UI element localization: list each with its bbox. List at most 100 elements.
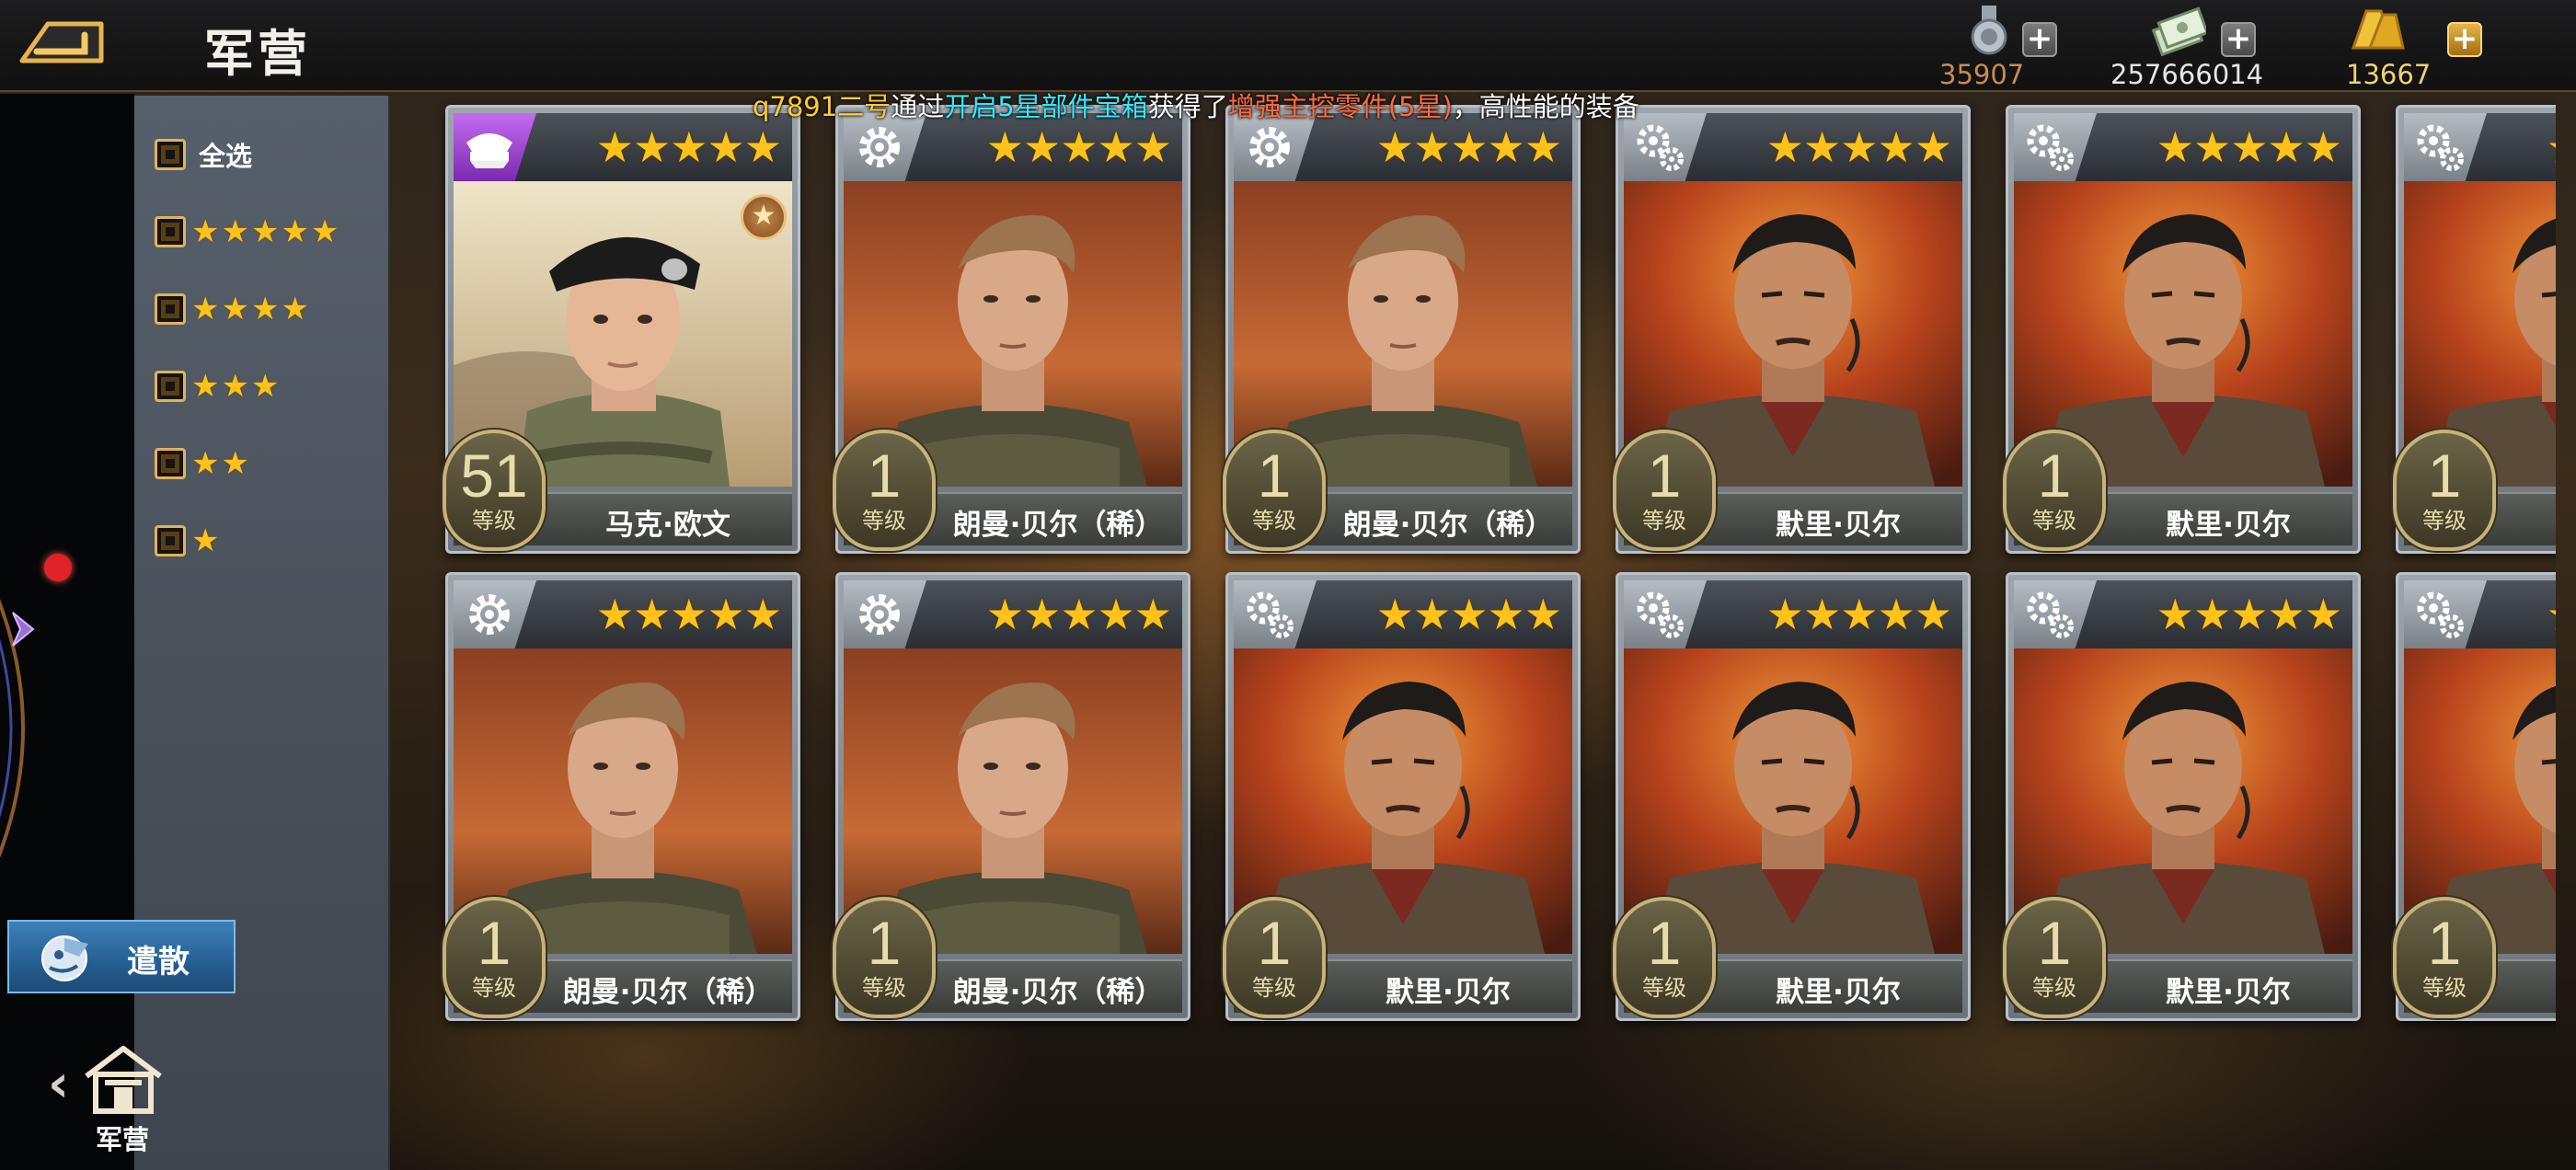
level-value: 1 xyxy=(2037,909,2072,977)
level-badge: 1 等级 xyxy=(443,897,546,1018)
card-name-bar: 默里·贝尔 1 等级 xyxy=(2003,430,2352,551)
star-rating-icon: ★ xyxy=(191,522,222,559)
broadcast-source: 开启5星部件宝箱 xyxy=(944,91,1148,122)
level-label: 等级 xyxy=(1642,975,1686,1001)
filter-3-star[interactable]: ★★★ xyxy=(155,366,281,407)
level-label: 等级 xyxy=(1252,975,1296,1001)
star-rating-icon: ★★★ xyxy=(191,368,282,405)
side-drawer-edge xyxy=(0,94,134,1170)
filter-5-star-checkbox[interactable] xyxy=(155,216,186,247)
level-badge: 1 等级 xyxy=(2003,897,2106,1018)
gold-bar-icon xyxy=(2351,9,2405,50)
level-value: 1 xyxy=(1257,909,1292,977)
level-label: 等级 xyxy=(2422,975,2467,1001)
dismiss-soldier-icon xyxy=(41,935,88,981)
level-badge: 1 等级 xyxy=(2393,897,2496,1018)
soldier-card[interactable]: ★★★★★ 1等级 xyxy=(2393,572,2556,1021)
soldier-card[interactable]: ★★★★★ 默里·贝尔 1 等级 xyxy=(1613,105,1971,554)
filter-select-all[interactable]: 全选 xyxy=(155,134,252,175)
soldier-name: 马克·欧文 xyxy=(605,509,730,542)
soldier-name: 朗曼·贝尔（稀） xyxy=(952,976,1164,1009)
level-badge: 51 等级 xyxy=(443,430,546,551)
soldier-card[interactable]: ★★★★★ 朗曼·贝尔（稀） 1 等级 xyxy=(833,105,1190,554)
barracks-icon xyxy=(85,1046,162,1114)
dismiss-button[interactable]: 遣散 xyxy=(7,920,236,993)
card-name-bar: 默里·贝尔 1 等级 xyxy=(1613,897,1962,1018)
medal-add-button[interactable]: + xyxy=(2022,22,2057,57)
filter-3-star-checkbox[interactable] xyxy=(155,371,186,402)
soldier-card[interactable]: ★★★★★ 1等级 xyxy=(2393,105,2556,554)
filter-2-star-checkbox[interactable] xyxy=(155,448,186,479)
chevron-left-icon: ‹ xyxy=(48,1054,70,1114)
officer-cap-icon xyxy=(454,113,536,181)
level-value: 1 xyxy=(2427,909,2462,977)
star-rating-icon: ★★★★★ xyxy=(1765,122,1952,172)
card-header: ★★★★★ xyxy=(2014,580,2352,648)
filter-2-star[interactable]: ★★ xyxy=(155,443,251,484)
soldier-name: 默里·贝尔 xyxy=(1776,976,1901,1009)
level-label: 等级 xyxy=(2032,975,2076,1001)
cash-add-button[interactable]: + xyxy=(2221,22,2256,57)
level-badge: 1 等级 xyxy=(2003,430,2106,551)
soldier-name: 默里·贝尔 xyxy=(2166,976,2291,1009)
gear-icon xyxy=(844,580,926,648)
star-rating-icon: ★★★★★ xyxy=(1375,122,1562,172)
card-name-bar: 朗曼·贝尔（稀） 1 等级 xyxy=(443,897,792,1018)
soldier-card[interactable]: ★★★★★ 默里·贝尔 1 等级 xyxy=(2003,572,2361,1021)
soldier-name: 默里·贝尔 xyxy=(1776,509,1901,542)
level-value: 1 xyxy=(2427,442,2462,510)
top-bar: 军营 + 35907 + 257666014 + 13667 xyxy=(0,0,2576,92)
filter-4-star-checkbox[interactable] xyxy=(155,293,186,325)
star-rating-icon: ★★★★★ xyxy=(1375,590,1562,639)
soldier-card[interactable]: ★★★★★ 朗曼·贝尔（稀） 1 等级 xyxy=(1223,105,1581,554)
level-value: 1 xyxy=(1647,442,1682,510)
soldier-name: 默里·贝尔 xyxy=(2166,509,2291,542)
cash-icon xyxy=(2151,6,2206,57)
level-value: 1 xyxy=(867,909,902,977)
soldier-card[interactable]: ★★★★★ 默里·贝尔 1 等级 xyxy=(1223,572,1581,1021)
gears-icon xyxy=(1624,580,1707,648)
card-header: ★★★★★ xyxy=(2404,113,2556,181)
soldier-card[interactable]: ★★★★★ 默里·贝尔 1 等级 xyxy=(1613,572,1971,1021)
gears-icon xyxy=(2404,580,2487,648)
soldier-name: 朗曼·贝尔（稀） xyxy=(952,509,1164,542)
star-rating-icon: ★★★★★ xyxy=(1765,590,1952,639)
soldier-card[interactable]: ★★★★★ 默里·贝尔 1 等级 xyxy=(2003,105,2361,554)
gold-add-button[interactable]: + xyxy=(2447,22,2482,57)
filter-5-star[interactable]: ★★★★★ xyxy=(155,212,340,252)
level-label: 等级 xyxy=(1252,508,1296,533)
medal-resource: + 35907 xyxy=(1938,4,2122,90)
filter-1-star-checkbox[interactable] xyxy=(155,525,186,556)
broadcast-player: q7891二号 xyxy=(753,91,891,122)
card-header: ★★★★★ xyxy=(844,580,1182,648)
level-value: 1 xyxy=(2037,442,2072,510)
select-all-checkbox[interactable] xyxy=(155,139,186,170)
drawer-expand-icon[interactable] xyxy=(9,609,37,649)
filter-panel: 全选 ★★★★★ ★★★★ ★★★ ★★ ★ xyxy=(134,96,390,1170)
medal-value: 35907 xyxy=(1939,59,2025,90)
back-button[interactable] xyxy=(17,15,116,70)
notification-dot xyxy=(44,554,72,581)
card-name-bar: 朗曼·贝尔（稀） 1 等级 xyxy=(833,430,1182,551)
star-rating-icon: ★★★★★ xyxy=(595,590,782,639)
card-name-bar: 马克·欧文 51 等级 xyxy=(443,430,792,551)
filter-4-star[interactable]: ★★★★ xyxy=(155,289,311,329)
level-badge: 1 等级 xyxy=(2393,430,2496,551)
star-rating-icon: ★★★★★ xyxy=(191,213,341,250)
card-header: ★★★★★ xyxy=(2014,113,2352,181)
broadcast-item: 增强主控零件(5星) xyxy=(1227,91,1453,122)
card-name-bar: 1 等级 xyxy=(2393,430,2556,551)
level-label: 等级 xyxy=(472,508,516,533)
barracks-nav-button[interactable]: ‹ 军营 xyxy=(42,1039,190,1170)
soldier-card[interactable]: ★★★★★ 朗曼·贝尔（稀） 1 等级 xyxy=(833,572,1190,1021)
level-badge: 1 等级 xyxy=(1613,430,1716,551)
gears-icon xyxy=(1234,580,1317,648)
card-header: ★★★★★ xyxy=(2404,580,2556,648)
soldier-card[interactable]: ★★★★★ ★ 马克·欧文 51 等级 xyxy=(443,105,800,554)
star-rating-icon: ★★★★★ xyxy=(595,122,782,172)
card-header: ★★★★★ xyxy=(454,580,792,648)
filter-1-star[interactable]: ★ xyxy=(155,521,221,561)
gold-value: 13667 xyxy=(2346,59,2432,90)
level-value: 1 xyxy=(1257,442,1292,510)
soldier-card[interactable]: ★★★★★ 朗曼·贝尔（稀） 1 等级 xyxy=(443,572,800,1021)
